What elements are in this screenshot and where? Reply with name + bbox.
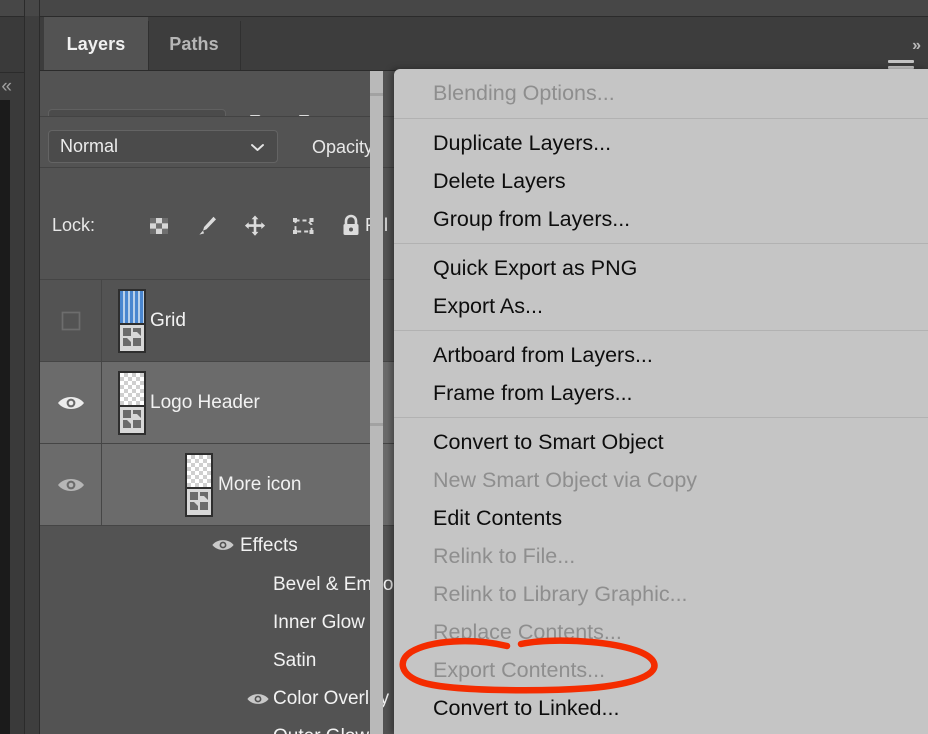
menu-item-edit-contents[interactable]: Edit Contents (394, 499, 928, 537)
smart-object-badge-icon (118, 325, 146, 353)
chevron-down-icon (250, 136, 265, 157)
menu-separator (394, 330, 928, 331)
effects-visibility-toggle[interactable] (210, 526, 236, 564)
effect-visibility-toggle[interactable] (245, 680, 271, 718)
visibility-on-icon (247, 694, 269, 704)
menu-item-export-as[interactable]: Export As... (394, 287, 928, 325)
scrollbar-tick (370, 423, 383, 426)
effects-group-label: Effects (240, 535, 298, 556)
visibility-on-icon (58, 397, 84, 409)
tab-divider-2 (240, 21, 241, 71)
menu-item-artboard-from-layers[interactable]: Artboard from Layers... (394, 336, 928, 374)
expand-panels-icon[interactable]: » (912, 37, 921, 55)
vertical-scrollbar[interactable] (370, 71, 383, 734)
effect-label: Bevel & Emboss (273, 574, 413, 595)
menu-item-convert-to-linked[interactable]: Convert to Linked... (394, 689, 928, 727)
lock-all-icon[interactable] (338, 213, 368, 243)
menu-item-quick-export-png[interactable]: Quick Export as PNG (394, 249, 928, 287)
layer-thumbnail[interactable] (118, 289, 146, 353)
layer-visibility-toggle[interactable] (40, 362, 102, 444)
blend-mode-value: Normal (60, 136, 119, 156)
menu-item-relink-to-file[interactable]: Relink to File... (394, 537, 928, 575)
smart-object-badge-icon (185, 489, 213, 517)
layer-name: Logo Header (150, 392, 260, 413)
lock-position-icon[interactable] (242, 213, 272, 243)
collapse-chevron-icon[interactable]: « (0, 76, 12, 98)
left-dock-titlebar (0, 0, 24, 16)
eye-column-divider (101, 362, 102, 444)
menu-item-new-smart-object-via-copy[interactable]: New Smart Object via Copy (394, 461, 928, 499)
tab-paths-label: Paths (169, 33, 219, 54)
menu-item-replace-contents[interactable]: Replace Contents... (394, 613, 928, 651)
menu-item-convert-to-smart-object[interactable]: Convert to Smart Object (394, 423, 928, 461)
menu-item-export-contents[interactable]: Export Contents... (394, 651, 928, 689)
menu-item-frame-from-layers[interactable]: Frame from Layers... (394, 374, 928, 412)
lock-icon-group (146, 213, 368, 243)
tab-layers-label: Layers (66, 33, 126, 54)
tab-paths[interactable]: Paths (148, 17, 240, 71)
scrollbar-tick (370, 93, 383, 96)
eye-column-divider (101, 280, 102, 362)
blend-mode-select[interactable]: Normal (48, 130, 278, 163)
effect-label: Outer Glow (273, 726, 369, 734)
menu-separator (394, 417, 928, 418)
menu-separator (394, 243, 928, 244)
visibility-on-icon (212, 540, 234, 550)
lock-label: Lock: (52, 215, 96, 235)
left-dock-tab-divider (0, 72, 24, 73)
visibility-off-icon (61, 311, 81, 331)
layer-name: Grid (150, 310, 186, 331)
panel-titlebar (40, 0, 928, 16)
menu-item-delete-layers[interactable]: Delete Layers (394, 162, 928, 200)
lock-artboard-nesting-icon[interactable] (290, 213, 320, 243)
layer-name: More icon (218, 474, 302, 495)
tab-layers[interactable]: Layers (44, 17, 148, 71)
tab-divider-1 (148, 21, 149, 71)
lock-image-pixels-icon[interactable] (194, 213, 224, 243)
layer-thumbnail[interactable] (118, 371, 146, 435)
layer-visibility-toggle[interactable] (40, 280, 102, 362)
menu-item-duplicate-layers[interactable]: Duplicate Layers... (394, 124, 928, 162)
left-dock-divider (0, 16, 24, 17)
eye-column-divider (101, 444, 102, 526)
menu-item-relink-to-library-graphic[interactable]: Relink to Library Graphic... (394, 575, 928, 613)
smart-object-badge-icon (118, 407, 146, 435)
lock-transparent-pixels-icon[interactable] (146, 213, 176, 243)
canvas-edge (0, 100, 10, 734)
adjacent-panel-strip (25, 0, 39, 734)
menu-separator (394, 118, 928, 119)
opacity-label: Opacity (312, 137, 374, 157)
effect-label: Satin (273, 650, 317, 671)
menu-item-blending-options[interactable]: Blending Options... (394, 69, 928, 113)
layer-thumbnail[interactable] (185, 453, 213, 517)
layer-visibility-toggle[interactable] (40, 444, 102, 526)
effect-label: Inner Glow (273, 612, 365, 633)
visibility-on-icon (58, 479, 84, 491)
adjacent-panel-titlebar (25, 0, 39, 16)
screenshot-root: « Layers Paths » Normal Opacity Lock: Gr… (0, 0, 928, 734)
panel-tabstrip: Layers Paths » (40, 17, 928, 71)
menu-item-group-from-layers[interactable]: Group from Layers... (394, 200, 928, 238)
layer-context-menu: Blending Options... Duplicate Layers... … (394, 69, 928, 734)
